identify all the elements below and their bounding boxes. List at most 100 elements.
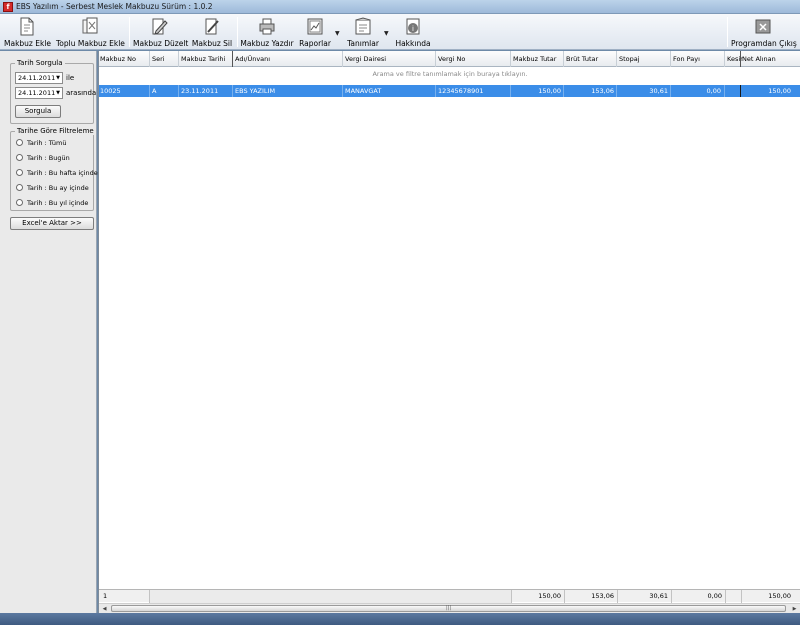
scroll-left-icon[interactable]: ◀: [100, 605, 109, 613]
column-divider: [563, 51, 564, 67]
radio-icon: [16, 199, 23, 206]
column-header-gross-amount[interactable]: Brüt Tutar: [566, 55, 598, 63]
filter-radio-all[interactable]: Tarih : Tümü: [16, 139, 66, 149]
footer-withholding: 30,61: [617, 590, 671, 603]
cell-fund-share: 0,00: [706, 87, 721, 95]
column-divider: [670, 51, 671, 67]
horizontal-scrollbar[interactable]: ◀ ||| ▶: [99, 603, 800, 613]
grid-header: Makbuz No Seri Makbuz Tarihi Adı/Ünvanı …: [99, 51, 800, 67]
chevron-down-icon: ▼: [56, 75, 60, 81]
exit-program-button[interactable]: Programdan Çıkış: [731, 14, 797, 50]
cell-name-title: EBS YAZILIM: [235, 87, 276, 95]
reports-button[interactable]: Raporlar: [297, 14, 333, 50]
document-edit-icon: [152, 18, 168, 35]
footer-gross-amount: 153,06: [564, 590, 617, 603]
column-divider: [342, 51, 343, 67]
cell-divider: [724, 85, 725, 97]
date-from-picker[interactable]: 24.11.2011 ▼: [15, 72, 63, 84]
cell-divider: [740, 85, 741, 97]
column-divider: [510, 51, 511, 67]
query-button[interactable]: Sorgula: [15, 105, 61, 118]
footer-net-received: 150,00: [741, 590, 800, 603]
column-divider: [435, 51, 436, 67]
column-divider: [149, 51, 150, 67]
printer-icon: [259, 18, 275, 35]
cell-tax-office: MANAVGAT: [345, 87, 382, 95]
edit-receipt-button[interactable]: Makbuz Düzelt: [133, 14, 188, 50]
close-icon: [755, 19, 771, 34]
cell-divider: [616, 85, 617, 97]
info-icon: i: [406, 18, 420, 35]
column-divider: [740, 51, 741, 67]
column-header-receipt-amount[interactable]: Makbuz Tutar: [513, 55, 556, 63]
document-add-icon: [20, 17, 34, 36]
cell-divider: [232, 85, 233, 97]
column-divider: [616, 51, 617, 67]
footer-spacer: [149, 590, 511, 603]
filter-radio-this-month[interactable]: Tarih : Bu ay içinde: [16, 184, 89, 194]
filter-radio-this-week[interactable]: Tarih : Bu hafta içinde: [16, 169, 98, 179]
column-header-fund-share[interactable]: Fon Payı: [673, 55, 700, 63]
column-divider: [724, 51, 725, 67]
footer-fraction: [725, 590, 741, 603]
taskbar: [0, 613, 800, 625]
table-row[interactable]: 10025 A 23.11.2011 EBS YAZILIM MANAVGAT …: [99, 85, 800, 97]
toolbar-separator: [237, 17, 238, 47]
column-header-name-title[interactable]: Adı/Ünvanı: [235, 55, 270, 63]
print-receipt-button[interactable]: Makbuz Yazdır: [240, 14, 294, 50]
filter-hint[interactable]: Arama ve filtre tanımlamak için buraya t…: [99, 70, 800, 78]
column-header-receipt-no[interactable]: Makbuz No: [100, 55, 136, 63]
column-divider: [232, 51, 233, 67]
document-delete-icon: [205, 18, 219, 35]
footer-receipt-amount: 150,00: [511, 590, 564, 603]
left-panel: Tarih Sorgula 24.11.2011 ▼ ile 24.11.201…: [0, 51, 98, 613]
footer-fund-share: 0,00: [671, 590, 725, 603]
export-excel-button[interactable]: Excel'e Aktar >>: [10, 217, 94, 230]
scroll-right-icon[interactable]: ▶: [790, 605, 799, 613]
radio-icon: [16, 169, 23, 176]
filter-radio-today[interactable]: Tarih : Bugün: [16, 154, 70, 164]
cell-gross-amount: 153,06: [591, 87, 614, 95]
cell-series: A: [152, 87, 157, 95]
about-button[interactable]: i Hakkında: [393, 14, 433, 50]
radio-icon: [16, 139, 23, 146]
toolbar: Makbuz Ekle Toplu Makbuz Ekle Makbuz Düz…: [0, 14, 800, 50]
column-header-tax-no[interactable]: Vergi No: [438, 55, 465, 63]
bulk-add-receipt-button[interactable]: Toplu Makbuz Ekle: [56, 14, 125, 50]
column-header-withholding[interactable]: Stopaj: [619, 55, 640, 63]
receipts-grid: Makbuz No Seri Makbuz Tarihi Adı/Ünvanı …: [98, 51, 800, 613]
radio-icon: [16, 184, 23, 191]
documents-icon: [82, 17, 98, 34]
definitions-dropdown-arrow-icon[interactable]: ▼: [384, 30, 389, 37]
svg-text:i: i: [412, 25, 414, 33]
cell-divider: [178, 85, 179, 97]
date-query-group: Tarih Sorgula 24.11.2011 ▼ ile 24.11.201…: [10, 59, 97, 124]
filter-radio-this-year[interactable]: Tarih : Bu yıl içinde: [16, 199, 88, 209]
date-to-label: arasında: [66, 89, 97, 97]
add-receipt-button[interactable]: Makbuz Ekle: [4, 14, 51, 50]
date-to-picker[interactable]: 24.11.2011 ▼: [15, 87, 63, 99]
reports-dropdown-arrow-icon[interactable]: ▼: [335, 30, 340, 37]
cell-divider: [342, 85, 343, 97]
app-icon: f: [3, 2, 13, 12]
radio-icon: [16, 154, 23, 161]
date-filter-group: Tarihe Göre Filtreleme Tarih : Tümü Tari…: [10, 127, 98, 211]
definitions-icon: [355, 17, 371, 35]
definitions-button[interactable]: Tanımlar: [345, 14, 381, 50]
cell-receipt-no: 10025: [100, 87, 121, 95]
toolbar-separator: [129, 17, 130, 47]
cell-receipt-date: 23.11.2011: [181, 87, 219, 95]
grid-summary-footer: 1 150,00 153,06 30,61 0,00 150,00: [99, 589, 800, 603]
cell-divider: [510, 85, 511, 97]
column-divider: [178, 51, 179, 67]
toolbar-separator: [727, 17, 728, 47]
delete-receipt-button[interactable]: Makbuz Sil: [190, 14, 234, 50]
column-header-series[interactable]: Seri: [152, 55, 165, 63]
chevron-down-icon: ▼: [56, 90, 60, 96]
footer-count: 1: [103, 592, 108, 600]
window-title: EBS Yazılım - Serbest Meslek Makbuzu Sür…: [16, 2, 213, 11]
scrollbar-thumb[interactable]: |||: [111, 605, 786, 612]
column-header-tax-office[interactable]: Vergi Dairesi: [345, 55, 386, 63]
column-header-net-received[interactable]: Net Alınan: [742, 55, 776, 63]
column-header-receipt-date[interactable]: Makbuz Tarihi: [181, 55, 225, 63]
